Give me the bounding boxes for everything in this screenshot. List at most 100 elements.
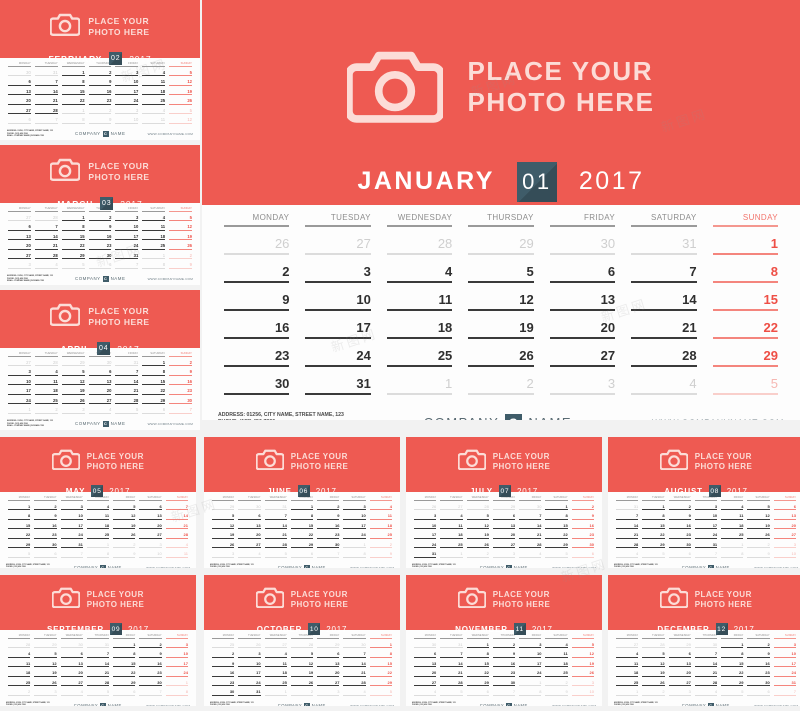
day-cell[interactable]: 27 bbox=[236, 542, 262, 552]
day-cell[interactable]: 1 bbox=[543, 504, 569, 514]
day-cell[interactable]: 2 bbox=[368, 542, 394, 552]
day-cell[interactable]: 2 bbox=[289, 689, 315, 699]
day-cell[interactable]: 31 bbox=[412, 551, 438, 561]
day-cell[interactable]: 26 bbox=[167, 243, 194, 253]
day-cell[interactable]: 1 bbox=[289, 504, 315, 514]
day-cell[interactable]: 1 bbox=[60, 70, 87, 80]
day-cell[interactable]: 30 bbox=[667, 542, 693, 552]
day-cell[interactable]: 21 bbox=[164, 523, 190, 533]
day-cell[interactable]: 21 bbox=[263, 532, 289, 542]
day-cell[interactable]: 13 bbox=[491, 523, 517, 533]
day-cell[interactable]: 30 bbox=[32, 542, 58, 552]
day-cell[interactable]: 1 bbox=[517, 680, 543, 690]
day-cell[interactable]: 8 bbox=[543, 513, 569, 523]
day-cell[interactable]: 7 bbox=[33, 79, 60, 89]
day-cell[interactable]: 28 bbox=[85, 680, 111, 690]
day-cell[interactable]: 3 bbox=[210, 551, 236, 561]
day-cell[interactable]: 15 bbox=[60, 89, 87, 99]
day-cell[interactable]: 28 bbox=[341, 680, 367, 690]
day-cell[interactable]: 31 bbox=[623, 236, 704, 264]
day-cell[interactable]: 27 bbox=[315, 680, 341, 690]
day-cell[interactable]: 15 bbox=[60, 234, 87, 244]
day-cell[interactable]: 15 bbox=[465, 661, 491, 671]
day-cell[interactable]: 24 bbox=[6, 398, 33, 408]
day-cell[interactable]: 11 bbox=[263, 661, 289, 671]
day-cell[interactable]: 2 bbox=[315, 504, 341, 514]
day-cell[interactable]: 4 bbox=[140, 108, 167, 118]
day-cell[interactable]: 2 bbox=[210, 651, 236, 661]
day-cell[interactable]: 27 bbox=[491, 542, 517, 552]
day-cell[interactable]: 28 bbox=[517, 542, 543, 552]
day-cell[interactable]: 30 bbox=[517, 504, 543, 514]
day-cell[interactable]: 16 bbox=[491, 661, 517, 671]
photo-placeholder-band[interactable]: PLACE YOUR PHOTO HERE NOVEMBER 11 2017 bbox=[406, 575, 602, 636]
day-cell[interactable]: 4 bbox=[33, 369, 60, 379]
day-cell[interactable]: 14 bbox=[517, 523, 543, 533]
day-cell[interactable]: 27 bbox=[6, 360, 33, 370]
day-cell[interactable]: 17 bbox=[113, 234, 140, 244]
day-cell[interactable]: 1 bbox=[164, 680, 190, 690]
day-cell[interactable]: 25 bbox=[85, 532, 111, 542]
day-cell[interactable]: 21 bbox=[33, 243, 60, 253]
day-cell[interactable]: 30 bbox=[87, 253, 114, 263]
day-cell[interactable]: 11 bbox=[140, 224, 167, 234]
day-cell[interactable]: 21 bbox=[85, 670, 111, 680]
day-cell[interactable]: 19 bbox=[167, 89, 194, 99]
day-cell[interactable]: 15 bbox=[640, 523, 666, 533]
day-cell[interactable]: 24 bbox=[113, 98, 140, 108]
day-cell[interactable]: 4 bbox=[164, 542, 190, 552]
day-cell[interactable]: 19 bbox=[111, 523, 137, 533]
day-cell[interactable]: 5 bbox=[438, 689, 464, 699]
day-cell[interactable]: 11 bbox=[164, 551, 190, 561]
day-cell[interactable]: 21 bbox=[341, 670, 367, 680]
day-cell[interactable]: 24 bbox=[164, 670, 190, 680]
day-cell[interactable]: 6 bbox=[111, 689, 137, 699]
day-cell[interactable]: 20 bbox=[772, 523, 798, 533]
day-cell[interactable]: 18 bbox=[438, 532, 464, 542]
day-cell[interactable]: 14 bbox=[85, 661, 111, 671]
day-cell[interactable]: 7 bbox=[59, 551, 85, 561]
photo-placeholder-band[interactable]: PLACE YOUR PHOTO HERE JANUARY 01 2017 bbox=[202, 0, 800, 205]
day-cell[interactable]: 10 bbox=[164, 651, 190, 661]
day-cell[interactable]: 7 bbox=[137, 689, 163, 699]
day-cell[interactable]: 8 bbox=[60, 224, 87, 234]
day-cell[interactable]: 10 bbox=[6, 379, 33, 389]
day-cell[interactable]: 20 bbox=[412, 670, 438, 680]
day-cell[interactable]: 6 bbox=[6, 224, 33, 234]
day-cell[interactable]: 8 bbox=[705, 264, 786, 292]
day-cell[interactable]: 1 bbox=[140, 360, 167, 370]
day-cell[interactable]: 29 bbox=[140, 398, 167, 408]
day-cell[interactable]: 12 bbox=[167, 117, 194, 127]
day-cell[interactable]: 27 bbox=[772, 532, 798, 542]
day-cell[interactable]: 30 bbox=[6, 70, 33, 80]
day-cell[interactable]: 12 bbox=[640, 661, 666, 671]
day-cell[interactable]: 1 bbox=[368, 642, 394, 652]
day-cell[interactable]: 25 bbox=[543, 670, 569, 680]
day-cell[interactable]: 2 bbox=[87, 215, 114, 225]
day-cell[interactable]: 21 bbox=[438, 670, 464, 680]
day-cell[interactable]: 31 bbox=[772, 680, 798, 690]
day-cell[interactable]: 9 bbox=[210, 661, 236, 671]
day-cell[interactable]: 20 bbox=[59, 670, 85, 680]
day-cell[interactable]: 26 bbox=[289, 680, 315, 690]
photo-placeholder[interactable]: PLACE YOUR PHOTO HERE bbox=[0, 448, 196, 475]
day-cell[interactable]: 6 bbox=[236, 513, 262, 523]
day-cell[interactable]: 29 bbox=[543, 542, 569, 552]
day-cell[interactable]: 27 bbox=[6, 215, 33, 225]
day-cell[interactable]: 5 bbox=[167, 215, 194, 225]
day-cell[interactable]: 2 bbox=[87, 108, 114, 118]
day-cell[interactable]: 22 bbox=[60, 243, 87, 253]
day-cell[interactable]: 7 bbox=[491, 689, 517, 699]
day-cell[interactable]: 9 bbox=[745, 651, 771, 661]
day-cell[interactable]: 11 bbox=[543, 651, 569, 661]
day-cell[interactable]: 3 bbox=[6, 369, 33, 379]
day-cell[interactable]: 7 bbox=[315, 551, 341, 561]
day-cell[interactable]: 26 bbox=[570, 670, 596, 680]
photo-placeholder-band[interactable]: PLACE YOUR PHOTO HERE MARCH 03 2017 bbox=[0, 145, 200, 210]
day-cell[interactable]: 10 bbox=[772, 651, 798, 661]
day-cell[interactable]: 14 bbox=[164, 513, 190, 523]
day-cell[interactable]: 30 bbox=[341, 642, 367, 652]
day-cell[interactable]: 11 bbox=[140, 79, 167, 89]
day-cell[interactable]: 15 bbox=[368, 661, 394, 671]
day-cell[interactable]: 30 bbox=[491, 680, 517, 690]
